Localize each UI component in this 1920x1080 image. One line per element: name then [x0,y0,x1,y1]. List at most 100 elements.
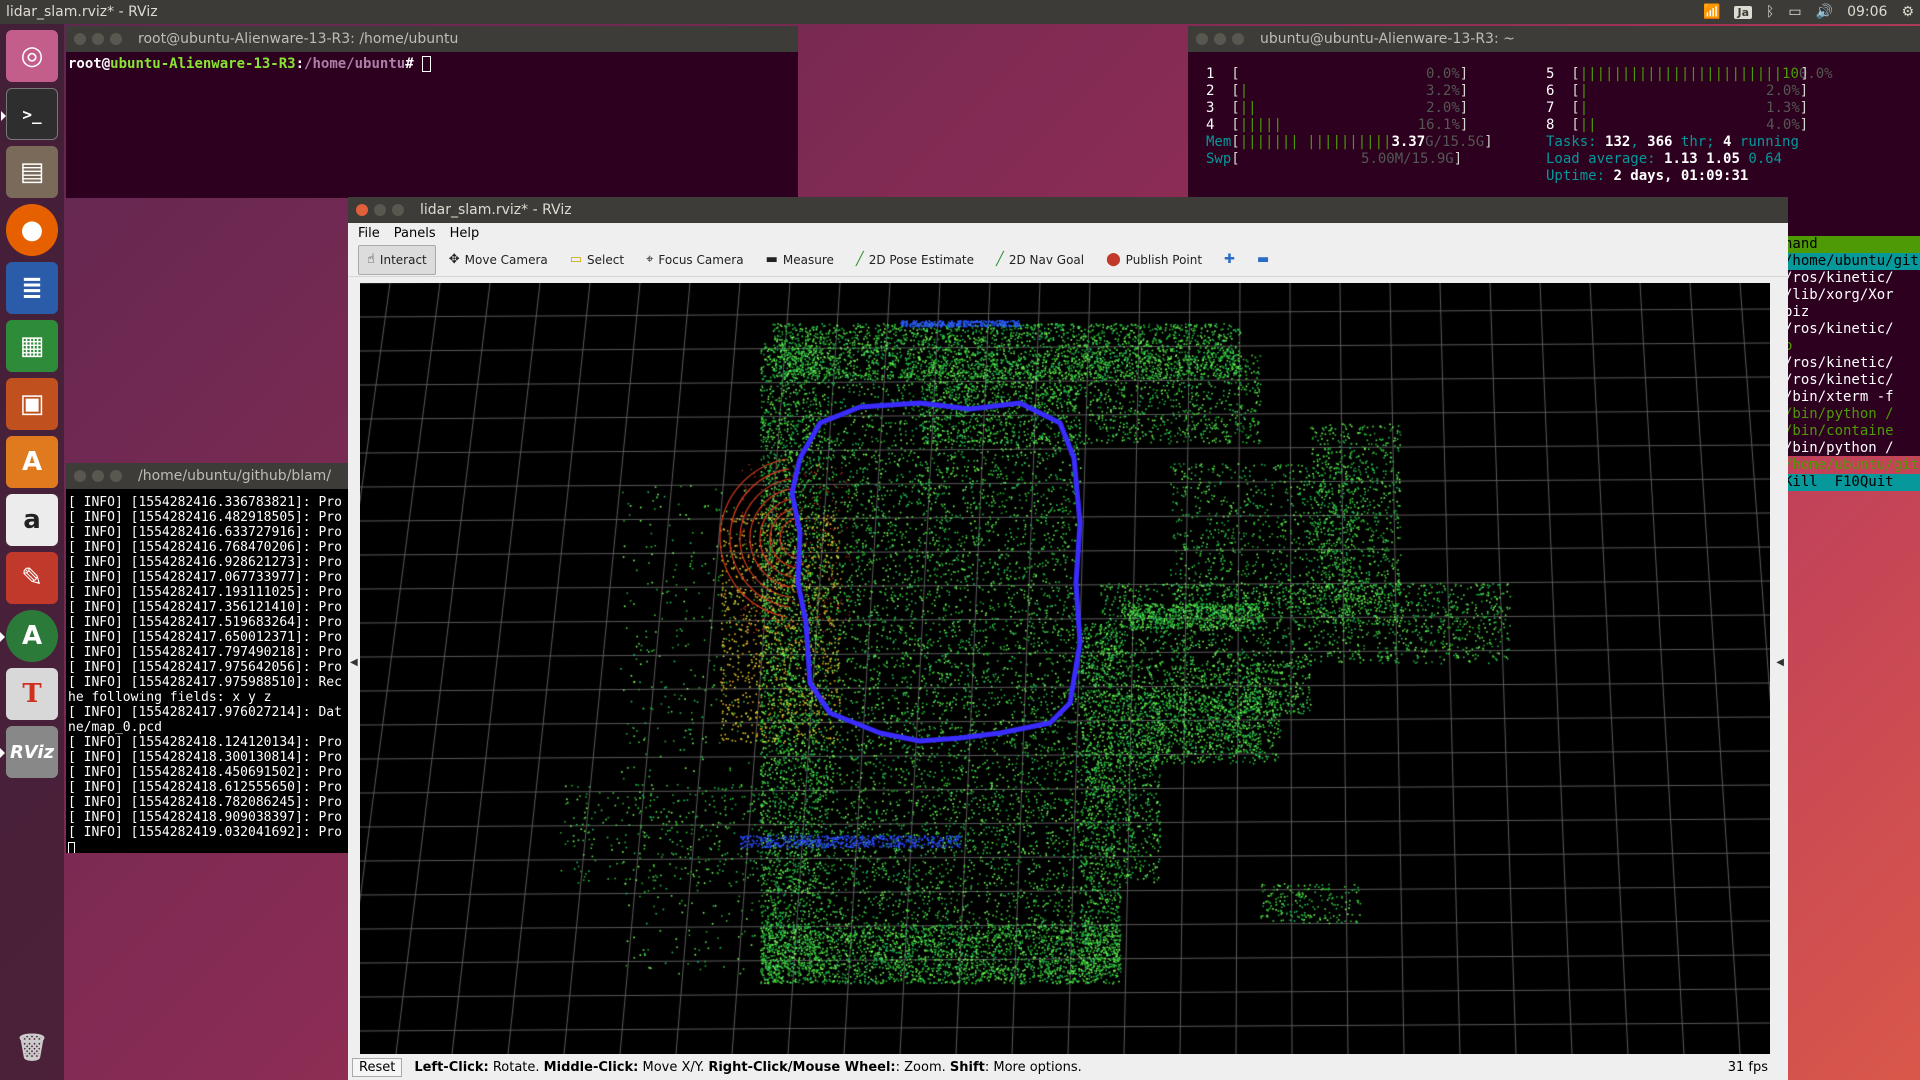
htop-process-row[interactable]: hand [1784,236,1920,253]
volume-icon[interactable]: 🔊 [1816,4,1833,20]
prompt-sep: : [295,56,305,72]
cpu-meter-8: 8 [|| 4.0%] [1546,117,1809,133]
htop-process-row[interactable]: /home/ubuntu/gith [1784,457,1920,474]
plus-icon: ✚ [1224,252,1235,267]
cpu-number: 5 [1546,66,1555,82]
htop-process-row[interactable]: /bin/xterm -f [1784,389,1920,406]
htop-process-row[interactable]: /ros/kinetic/ [1784,321,1920,338]
updater-icon[interactable]: A [0,610,58,662]
calc-icon[interactable]: ▦ [6,320,58,372]
htop-titlebar[interactable]: ubuntu@ubuntu-Alienware-13-R3: ~ [1188,26,1920,52]
tool-interact-label: Interact [379,252,427,267]
maximize-icon[interactable] [1232,33,1244,45]
add-tool-button[interactable]: ✚ [1215,245,1244,275]
minimize-icon[interactable] [92,33,104,45]
battery-icon[interactable]: ▭ [1788,4,1801,20]
htop-process-row[interactable]: piz [1784,304,1920,321]
rviz-menubar: File Panels Help [348,223,1788,243]
menu-file[interactable]: File [358,226,380,241]
log-line: [ INFO] [1554282418.909038397]: Pro [68,810,342,825]
tool-interact[interactable]: ☝ Interact [358,244,436,275]
tool-2d-nav-goal[interactable]: ╱ 2D Nav Goal [987,245,1093,275]
tool-focus-camera[interactable]: ⌖ Focus Camera [637,245,753,275]
root-terminal-titlebar[interactable]: root@ubuntu-Alienware-13-R3: /home/ubunt… [66,26,798,52]
settings-icon[interactable]: ✎ [6,552,58,604]
htop-process-row[interactable]: /ros/kinetic/ [1784,355,1920,372]
htop-process-row[interactable]: /bin/containe [1784,423,1920,440]
close-icon[interactable] [74,33,86,45]
right-panel-toggle-icon[interactable]: ◀ [1776,657,1784,668]
minimize-icon[interactable] [1214,33,1226,45]
log-terminal-titlebar[interactable]: /home/ubuntu/github/blam/ [66,463,366,489]
htop-process-row[interactable]: o [1784,338,1920,355]
log-line: [ INFO] [1554282417.797490218]: Pro [68,645,342,660]
uptime-value: 2 days, 01:09:31 [1613,168,1749,184]
htop-process-row[interactable]: /home/ubuntu/gith [1784,253,1920,270]
terminal-icon[interactable]: >_ [1,88,58,140]
firefox-icon[interactable]: ● [6,204,58,256]
wifi-icon[interactable]: 📶 [1703,4,1720,20]
close-icon[interactable] [74,470,86,482]
tool-measure[interactable]: ▬ Measure [757,245,843,275]
ubuntu-icon[interactable]: ◎ [6,30,58,82]
impress-icon[interactable]: ▣ [6,378,58,430]
log-terminal-window[interactable]: /home/ubuntu/github/blam/ [ INFO] [15542… [66,463,366,853]
cpu-bars: || [1239,100,1257,116]
remove-tool-button[interactable]: ▬ [1248,245,1278,275]
tool-select[interactable]: ▭ Select [561,245,633,275]
htop-process-row[interactable]: Kill F10Quit [1784,474,1920,491]
htop-process-row[interactable]: /lib/xorg/Xor [1784,287,1920,304]
htop-process-row[interactable]: /bin/python / [1784,406,1920,423]
tool-2d-pose-estimate[interactable]: ╱ 2D Pose Estimate [847,245,983,275]
maximize-icon[interactable] [110,470,122,482]
rviz-launcher-label: RViz [9,741,55,763]
keyboard-layout-indicator[interactable]: Ja [1734,5,1752,19]
maximize-icon[interactable] [392,204,404,216]
bluetooth-icon[interactable]: ᛒ [1766,4,1774,20]
minimize-icon[interactable] [374,204,386,216]
terminal-cursor [422,56,432,72]
point-cloud-canvas[interactable] [360,283,1770,1054]
3d-viewport[interactable] [360,283,1770,1054]
rviz-titlebar[interactable]: lidar_slam.rviz* - RViz [348,197,1788,223]
close-icon[interactable] [356,204,368,216]
pose-estimate-icon: ╱ [855,252,864,267]
rviz-icon[interactable]: RViz [0,726,58,778]
tool-publish-point[interactable]: ⬤ Publish Point [1097,245,1211,275]
trash-icon[interactable]: 🗑 [6,1022,58,1074]
root-terminal-body[interactable]: root@ubuntu-Alienware-13-R3:/home/ubuntu… [66,52,798,76]
gear-icon[interactable]: ⚙ [1901,4,1914,20]
rviz-window[interactable]: lidar_slam.rviz* - RViz File Panels Help… [348,197,1788,1080]
minimize-icon[interactable] [92,470,104,482]
load-label: Load average: [1546,151,1665,167]
software-center-icon[interactable]: A [6,436,58,488]
cpu-meter-6: 6 [| 2.0%] [1546,83,1809,99]
cpu-number: 8 [1546,117,1555,133]
cpu-bars: || [1579,117,1597,133]
log-terminal-body[interactable]: [ INFO] [1554282416.336783821]: Pro[ INF… [66,489,366,853]
htop-process-row[interactable]: /ros/kinetic/ [1784,270,1920,287]
tool-measure-label: Measure [782,252,834,267]
writer-icon[interactable]: ≣ [6,262,58,314]
htop-process-row[interactable]: /ros/kinetic/ [1784,372,1920,389]
clock[interactable]: 09:06 [1847,4,1887,20]
root-terminal-window[interactable]: root@ubuntu-Alienware-13-R3: /home/ubunt… [66,26,798,198]
maximize-icon[interactable] [110,33,122,45]
left-panel-toggle-icon[interactable]: ◀ [350,657,358,668]
log-cursor [68,840,364,853]
files-icon[interactable]: ▤ [6,146,58,198]
htop-process-list[interactable]: hand/home/ubuntu/gith/ros/kinetic//lib/x… [1784,236,1920,491]
reset-button[interactable]: Reset [352,1057,403,1077]
amazon-icon[interactable]: a [6,494,58,546]
htop-process-row[interactable]: /bin/python / [1784,440,1920,457]
mem-value: 3.37 [1391,134,1426,150]
tool-select-label: Select [587,252,625,267]
tool-move-camera[interactable]: ✥ Move Camera [440,245,557,275]
threads-count: 366 [1647,134,1673,150]
status-rotate: Rotate. [488,1059,544,1075]
menu-help[interactable]: Help [450,226,480,241]
menu-panels[interactable]: Panels [394,226,436,241]
mem-bars: ||||||| |||||||||| [1239,134,1392,150]
close-icon[interactable] [1196,33,1208,45]
texmaker-icon[interactable]: T [6,668,58,720]
